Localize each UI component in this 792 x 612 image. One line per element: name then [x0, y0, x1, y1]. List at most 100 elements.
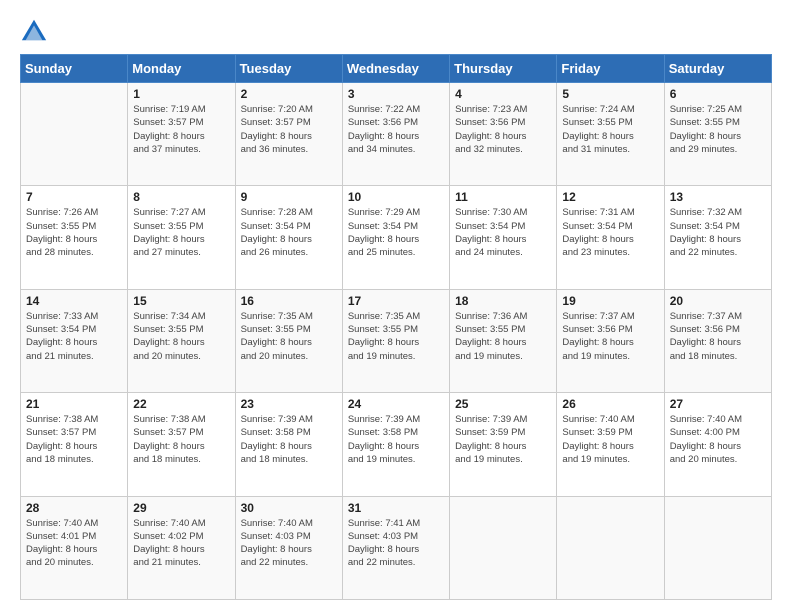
day-number: 13 [670, 190, 766, 204]
calendar-week-2: 7Sunrise: 7:26 AM Sunset: 3:55 PM Daylig… [21, 186, 772, 289]
header [20, 16, 772, 44]
day-number: 3 [348, 87, 444, 101]
day-info: Sunrise: 7:32 AM Sunset: 3:54 PM Dayligh… [670, 206, 766, 259]
day-info: Sunrise: 7:40 AM Sunset: 4:01 PM Dayligh… [26, 517, 122, 570]
table-row: 24 Sunrise: 7:39 AM Sunset: 3:58 PM Dayli… [342, 393, 449, 496]
table-row: 21 Sunrise: 7:38 AM Sunset: 3:57 PM Dayli… [21, 393, 128, 496]
day-number: 25 [455, 397, 551, 411]
table-row: 12 Sunrise: 7:31 AM Sunset: 3:54 PM Dayli… [557, 186, 664, 289]
table-row: 3 Sunrise: 7:22 AM Sunset: 3:56 PM Daylig… [342, 83, 449, 186]
table-row: 13 Sunrise: 7:32 AM Sunset: 3:54 PM Dayli… [664, 186, 771, 289]
table-row [21, 83, 128, 186]
table-row: 14 Sunrise: 7:33 AM Sunset: 3:54 PM Dayli… [21, 289, 128, 392]
table-row: 22 Sunrise: 7:38 AM Sunset: 3:57 PM Dayli… [128, 393, 235, 496]
weekday-header-tuesday: Tuesday [235, 55, 342, 83]
day-info: Sunrise: 7:24 AM Sunset: 3:55 PM Dayligh… [562, 103, 658, 156]
day-number: 9 [241, 190, 337, 204]
day-number: 12 [562, 190, 658, 204]
day-number: 19 [562, 294, 658, 308]
day-info: Sunrise: 7:23 AM Sunset: 3:56 PM Dayligh… [455, 103, 551, 156]
page: SundayMondayTuesdayWednesdayThursdayFrid… [0, 0, 792, 612]
day-number: 5 [562, 87, 658, 101]
day-info: Sunrise: 7:34 AM Sunset: 3:55 PM Dayligh… [133, 310, 229, 363]
table-row: 27Sunrise: 7:40 AM Sunset: 4:00 PM Dayli… [664, 393, 771, 496]
day-info: Sunrise: 7:37 AM Sunset: 3:56 PM Dayligh… [670, 310, 766, 363]
table-row: 28 Sunrise: 7:40 AM Sunset: 4:01 PM Dayli… [21, 496, 128, 599]
day-number: 10 [348, 190, 444, 204]
table-row: 11 Sunrise: 7:30 AM Sunset: 3:54 PM Dayli… [450, 186, 557, 289]
table-row: 29Sunrise: 7:40 AM Sunset: 4:02 PM Dayli… [128, 496, 235, 599]
day-info: Sunrise: 7:39 AM Sunset: 3:59 PM Dayligh… [455, 413, 551, 466]
day-number: 23 [241, 397, 337, 411]
calendar-week-4: 21 Sunrise: 7:38 AM Sunset: 3:57 PM Dayli… [21, 393, 772, 496]
day-info: Sunrise: 7:22 AM Sunset: 3:56 PM Dayligh… [348, 103, 444, 156]
day-number: 14 [26, 294, 122, 308]
day-info: Sunrise: 7:39 AM Sunset: 3:58 PM Dayligh… [348, 413, 444, 466]
day-number: 15 [133, 294, 229, 308]
day-info: Sunrise: 7:35 AM Sunset: 3:55 PM Dayligh… [348, 310, 444, 363]
day-number: 22 [133, 397, 229, 411]
day-number: 4 [455, 87, 551, 101]
table-row: 30 Sunrise: 7:40 AM Sunset: 4:03 PM Dayli… [235, 496, 342, 599]
day-info: Sunrise: 7:37 AM Sunset: 3:56 PM Dayligh… [562, 310, 658, 363]
day-number: 27 [670, 397, 766, 411]
day-number: 24 [348, 397, 444, 411]
day-info: Sunrise: 7:29 AM Sunset: 3:54 PM Dayligh… [348, 206, 444, 259]
table-row: 23 Sunrise: 7:39 AM Sunset: 3:58 PM Dayli… [235, 393, 342, 496]
table-row: 25 Sunrise: 7:39 AM Sunset: 3:59 PM Dayli… [450, 393, 557, 496]
weekday-header-row: SundayMondayTuesdayWednesdayThursdayFrid… [21, 55, 772, 83]
table-row: 19 Sunrise: 7:37 AM Sunset: 3:56 PM Dayli… [557, 289, 664, 392]
calendar-week-3: 14 Sunrise: 7:33 AM Sunset: 3:54 PM Dayli… [21, 289, 772, 392]
weekday-header-saturday: Saturday [664, 55, 771, 83]
calendar-header: SundayMondayTuesdayWednesdayThursdayFrid… [21, 55, 772, 83]
table-row: 15 Sunrise: 7:34 AM Sunset: 3:55 PM Dayli… [128, 289, 235, 392]
table-row: 8 Sunrise: 7:27 AM Sunset: 3:55 PM Daylig… [128, 186, 235, 289]
day-info: Sunrise: 7:39 AM Sunset: 3:58 PM Dayligh… [241, 413, 337, 466]
day-info: Sunrise: 7:35 AM Sunset: 3:55 PM Dayligh… [241, 310, 337, 363]
weekday-header-monday: Monday [128, 55, 235, 83]
table-row: 16Sunrise: 7:35 AM Sunset: 3:55 PM Dayli… [235, 289, 342, 392]
day-number: 20 [670, 294, 766, 308]
logo [20, 16, 52, 44]
day-info: Sunrise: 7:27 AM Sunset: 3:55 PM Dayligh… [133, 206, 229, 259]
day-info: Sunrise: 7:25 AM Sunset: 3:55 PM Dayligh… [670, 103, 766, 156]
day-number: 26 [562, 397, 658, 411]
day-number: 31 [348, 501, 444, 515]
logo-icon [20, 16, 48, 44]
table-row [664, 496, 771, 599]
day-info: Sunrise: 7:20 AM Sunset: 3:57 PM Dayligh… [241, 103, 337, 156]
day-number: 8 [133, 190, 229, 204]
table-row: 2Sunrise: 7:20 AM Sunset: 3:57 PM Daylig… [235, 83, 342, 186]
day-number: 29 [133, 501, 229, 515]
table-row: 1Sunrise: 7:19 AM Sunset: 3:57 PM Daylig… [128, 83, 235, 186]
table-row [450, 496, 557, 599]
day-number: 28 [26, 501, 122, 515]
calendar-week-5: 28 Sunrise: 7:40 AM Sunset: 4:01 PM Dayli… [21, 496, 772, 599]
day-info: Sunrise: 7:33 AM Sunset: 3:54 PM Dayligh… [26, 310, 122, 363]
day-info: Sunrise: 7:40 AM Sunset: 4:03 PM Dayligh… [241, 517, 337, 570]
day-number: 1 [133, 87, 229, 101]
day-number: 11 [455, 190, 551, 204]
weekday-header-friday: Friday [557, 55, 664, 83]
weekday-header-thursday: Thursday [450, 55, 557, 83]
day-info: Sunrise: 7:30 AM Sunset: 3:54 PM Dayligh… [455, 206, 551, 259]
day-info: Sunrise: 7:40 AM Sunset: 3:59 PM Dayligh… [562, 413, 658, 466]
day-info: Sunrise: 7:41 AM Sunset: 4:03 PM Dayligh… [348, 517, 444, 570]
day-number: 21 [26, 397, 122, 411]
table-row: 9Sunrise: 7:28 AM Sunset: 3:54 PM Daylig… [235, 186, 342, 289]
table-row: 18Sunrise: 7:36 AM Sunset: 3:55 PM Dayli… [450, 289, 557, 392]
day-number: 30 [241, 501, 337, 515]
day-info: Sunrise: 7:38 AM Sunset: 3:57 PM Dayligh… [26, 413, 122, 466]
weekday-header-sunday: Sunday [21, 55, 128, 83]
table-row [557, 496, 664, 599]
table-row: 6 Sunrise: 7:25 AM Sunset: 3:55 PM Daylig… [664, 83, 771, 186]
day-info: Sunrise: 7:26 AM Sunset: 3:55 PM Dayligh… [26, 206, 122, 259]
table-row: 4 Sunrise: 7:23 AM Sunset: 3:56 PM Daylig… [450, 83, 557, 186]
table-row: 31 Sunrise: 7:41 AM Sunset: 4:03 PM Dayli… [342, 496, 449, 599]
day-info: Sunrise: 7:31 AM Sunset: 3:54 PM Dayligh… [562, 206, 658, 259]
day-number: 6 [670, 87, 766, 101]
day-info: Sunrise: 7:38 AM Sunset: 3:57 PM Dayligh… [133, 413, 229, 466]
calendar-table: SundayMondayTuesdayWednesdayThursdayFrid… [20, 54, 772, 600]
table-row: 17Sunrise: 7:35 AM Sunset: 3:55 PM Dayli… [342, 289, 449, 392]
table-row: 10 Sunrise: 7:29 AM Sunset: 3:54 PM Dayli… [342, 186, 449, 289]
